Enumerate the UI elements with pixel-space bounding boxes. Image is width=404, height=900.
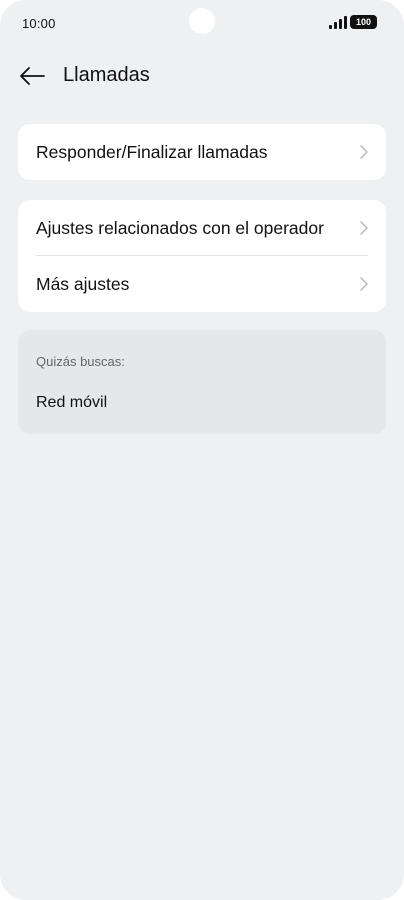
back-button[interactable] <box>14 60 50 92</box>
suggestions-caption: Quizás buscas: <box>36 354 125 369</box>
settings-card-operator: Ajustes relacionados con el operador Más… <box>18 200 386 312</box>
signal-icon <box>329 16 347 29</box>
settings-row-operator-settings[interactable]: Ajustes relacionados con el operador <box>18 200 386 256</box>
app-header: Llamadas <box>0 56 404 96</box>
settings-card-calls: Responder/Finalizar llamadas <box>18 124 386 180</box>
screen: 10:00 100 Llamadas Responder/Finalizar l… <box>0 0 404 900</box>
camera-cutout <box>189 8 215 34</box>
status-bar: 10:00 100 <box>0 0 404 46</box>
suggestion-item-mobile-network[interactable]: Red móvil <box>36 394 107 412</box>
arrow-left-icon <box>20 67 45 85</box>
chevron-right-icon <box>358 143 370 161</box>
settings-row-answer-end-calls[interactable]: Responder/Finalizar llamadas <box>18 124 386 180</box>
page-title: Llamadas <box>63 64 150 86</box>
battery-icon: 100 <box>350 15 377 29</box>
chevron-right-icon <box>358 219 370 237</box>
chevron-right-icon <box>358 275 370 293</box>
status-time: 10:00 <box>22 16 56 31</box>
settings-row-more-settings[interactable]: Más ajustes <box>18 256 386 312</box>
settings-row-label: Ajustes relacionados con el operador <box>36 217 324 238</box>
settings-row-label: Más ajustes <box>36 273 130 294</box>
settings-row-label: Responder/Finalizar llamadas <box>36 141 268 162</box>
battery-level: 100 <box>355 17 372 27</box>
suggestions-card: Quizás buscas: Red móvil <box>18 330 386 434</box>
